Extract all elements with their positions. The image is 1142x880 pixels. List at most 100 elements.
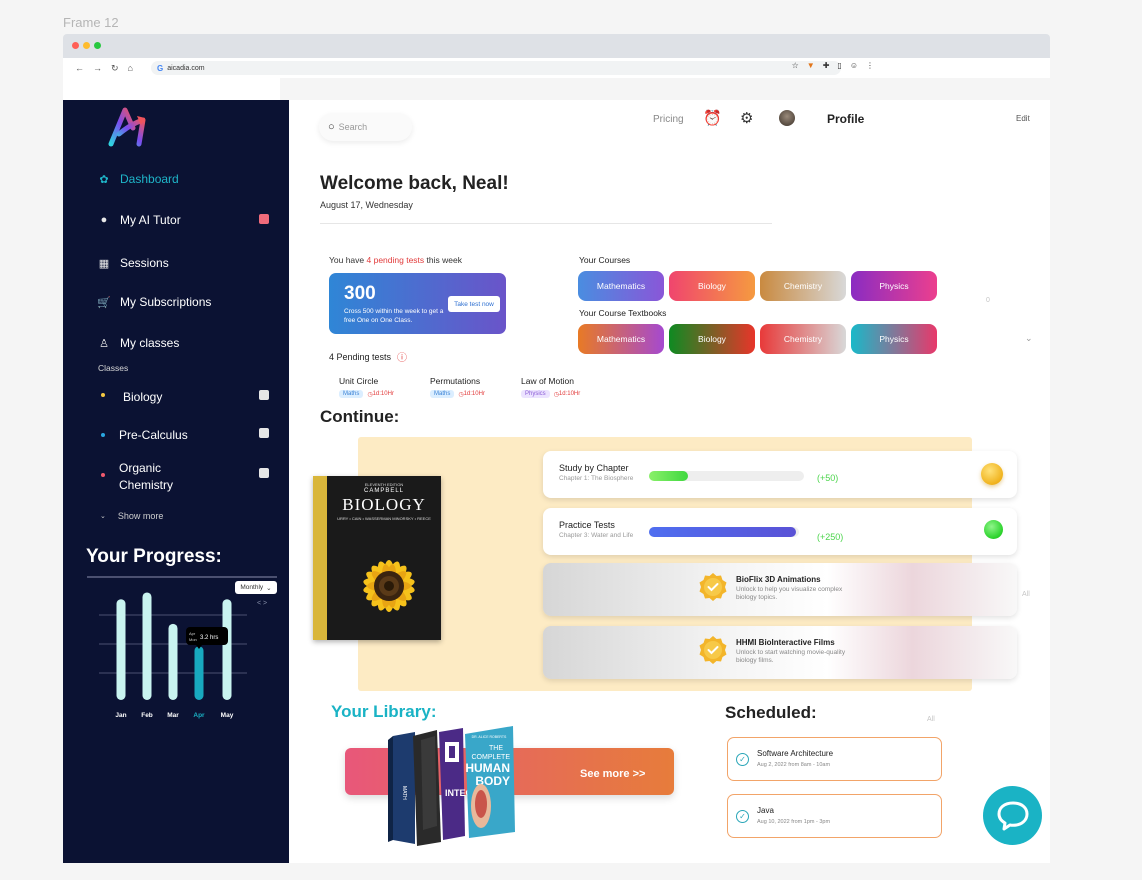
tooltip-day: Mon: [189, 637, 197, 642]
progress-chart: Jan Feb Mar Apr May AprMon 3.2 hrs < >: [99, 592, 267, 719]
minimize-window-button[interactable]: [83, 42, 90, 49]
practice-tests-card[interactable]: Practice Tests Chapter 3: Water and Life…: [543, 508, 1017, 555]
courses-heading: Your Courses: [579, 255, 631, 265]
bell-alarm-icon[interactable]: ⏰: [703, 109, 722, 127]
bioflix-animations-card[interactable]: BioFlix 3D Animations Unlock to help you…: [543, 563, 1017, 616]
progress-bar-jan[interactable]: [116, 599, 126, 700]
progress-bar-mar[interactable]: [168, 623, 178, 700]
close-window-button[interactable]: [72, 42, 79, 49]
book-authors: URRY • CAIN • WASSERMAN MINORSKY • REECE: [337, 516, 431, 521]
avatar[interactable]: [779, 110, 795, 126]
textbook-pill-physics[interactable]: Physics: [851, 324, 937, 354]
course-pill-biology[interactable]: Biology: [669, 271, 755, 301]
person-icon: ♙: [99, 337, 109, 350]
class-checkbox-biology[interactable]: [259, 390, 269, 400]
home-icon[interactable]: ⌂: [128, 63, 133, 73]
classes-heading: Classes: [98, 363, 129, 373]
check-circle-icon: ✓: [736, 753, 749, 766]
puzzle-extension-icon[interactable]: ✚: [823, 61, 830, 70]
time-remaining: 1d:10Hr: [558, 391, 581, 397]
study-by-chapter-card[interactable]: Study by Chapter Chapter 1: The Biospher…: [543, 451, 1017, 498]
pending-test-item[interactable]: Law of Motion Physics ◷ 1d:10Hr: [521, 376, 580, 398]
sidebar-item-ai-tutor[interactable]: ● My AI Tutor: [97, 213, 181, 227]
x-tick-label: Jan: [115, 712, 126, 719]
period-select[interactable]: Monthly ⌄: [235, 581, 277, 594]
scheduled-item[interactable]: ✓ Software Architecture Aug 2, 2022 from…: [727, 737, 942, 781]
class-checkbox-organic-chemistry[interactable]: [259, 468, 269, 478]
chart-prev-next-icon[interactable]: < >: [257, 600, 267, 607]
current-date: August 17, Wednesday: [320, 200, 413, 210]
progress-bar-feb[interactable]: [142, 592, 152, 700]
course-pill-mathematics[interactable]: Mathematics: [578, 271, 664, 301]
search-input[interactable]: ○ Search: [319, 113, 412, 141]
textbook-pill-chemistry[interactable]: Chemistry: [760, 324, 846, 354]
main-content: ○ Search Pricing ⏰ ⚙ Profile Edit Welcom…: [289, 100, 1050, 863]
sidebar-item-my-classes[interactable]: ♙ My classes: [97, 336, 179, 350]
class-checkbox-pre-calculus[interactable]: [259, 428, 269, 438]
reload-icon[interactable]: ↻: [111, 63, 119, 74]
browser-menu-icon[interactable]: ⋮: [866, 61, 874, 70]
see-more-button[interactable]: See more >>: [580, 768, 645, 780]
back-arrow-icon[interactable]: ←: [75, 63, 84, 73]
scheduled-all-link[interactable]: All: [927, 716, 935, 723]
gold-badge-icon: [699, 636, 727, 664]
course-pill-chemistry[interactable]: Chemistry: [760, 271, 846, 301]
maximize-window-button[interactable]: [94, 42, 101, 49]
x-tick-label: Mar: [167, 712, 179, 719]
textbook-pill-biology[interactable]: Biology: [669, 324, 755, 354]
info-icon[interactable]: ⓘ: [397, 349, 407, 364]
chevron-down-icon[interactable]: ⌄: [1025, 333, 1033, 344]
pricing-link[interactable]: Pricing: [653, 114, 684, 125]
continue-all-link[interactable]: All: [1022, 591, 1030, 598]
class-item-label: Biology: [123, 390, 163, 404]
sidebar-item-subscriptions[interactable]: 🛒 My Subscriptions: [97, 295, 211, 309]
gold-badge-icon: [699, 573, 727, 601]
search-placeholder: Search: [338, 122, 368, 132]
time-remaining: 1d:10Hr: [372, 391, 394, 397]
book-title-text: HUMAN: [465, 761, 510, 775]
fox-extension-icon[interactable]: ▼: [807, 61, 815, 70]
hhmi-films-card[interactable]: HHMI BioInteractive Films Unlock to star…: [543, 626, 1017, 679]
browser-titlebar: [63, 34, 1050, 58]
bookmark-star-icon[interactable]: ☆: [792, 61, 799, 70]
class-item-organic-chemistry[interactable]: Organic Chemistry: [101, 460, 241, 494]
x-tick-label: May: [221, 712, 234, 719]
sidebar-item-dashboard[interactable]: ✿ Dashboard: [97, 172, 178, 186]
course-pill-physics[interactable]: Physics: [851, 271, 937, 301]
forward-arrow-icon[interactable]: →: [93, 63, 102, 73]
pending-tests-label: 4 Pending tests: [329, 351, 392, 362]
pending-test-item[interactable]: Permutations Maths ◷ 1d:10Hr: [430, 376, 485, 398]
progress-bar-may[interactable]: [222, 599, 232, 700]
class-item-biology[interactable]: Biology: [101, 390, 162, 404]
gear-icon[interactable]: ⚙: [740, 109, 753, 127]
card-subtitle: Chapter 1: The Biosphere: [559, 475, 634, 482]
scheduled-item-title: Java: [757, 806, 774, 815]
progress-bar-apr[interactable]: [194, 646, 204, 700]
scheduled-item[interactable]: ✓ Java Aug 10, 2022 from 1pm - 3pm: [727, 794, 942, 838]
class-color-dot: [101, 473, 105, 477]
profile-link[interactable]: Profile: [827, 112, 864, 126]
pending-test-name: Law of Motion: [521, 376, 574, 386]
edit-button[interactable]: Edit: [1016, 114, 1030, 123]
textbook-pill-mathematics[interactable]: Mathematics: [578, 324, 664, 354]
subject-tag: Maths: [430, 390, 455, 398]
show-more-button[interactable]: ⌄ Show more: [100, 511, 163, 521]
browser-toolbar: ← → ↻ ⌂ G aicadia.com ☆ ▼ ✚ ▯ ☺ ⋮: [63, 58, 1050, 78]
take-test-button[interactable]: Take test now: [448, 296, 500, 312]
pending-test-item[interactable]: Unit Circle Maths ◷ 1d:10Hr: [339, 376, 394, 398]
address-bar-url: aicadia.com: [167, 64, 205, 72]
biology-textbook-cover[interactable]: ELEVENTH EDITION CAMPBELL BIOLOGY URRY •…: [313, 476, 441, 640]
address-bar[interactable]: G aicadia.com: [151, 61, 841, 75]
card-title: Practice Tests: [559, 520, 615, 530]
sidebar-item-sessions[interactable]: ▦ Sessions: [97, 256, 169, 270]
sidepanel-icon[interactable]: ▯: [837, 61, 841, 70]
class-item-pre-calculus[interactable]: Pre-Calculus: [101, 428, 188, 442]
scheduled-heading: Scheduled:: [725, 703, 817, 722]
period-select-value: Monthly: [240, 584, 264, 591]
score-value: 300: [344, 283, 376, 304]
browser-avatar-icon[interactable]: ☺: [850, 61, 858, 70]
card-subtitle: Chapter 3: Water and Life: [559, 532, 634, 539]
chat-support-button[interactable]: [983, 786, 1042, 845]
scheduled-item-time: Aug 10, 2022 from 1pm - 3pm: [757, 819, 831, 825]
card-title: Study by Chapter: [559, 463, 629, 473]
